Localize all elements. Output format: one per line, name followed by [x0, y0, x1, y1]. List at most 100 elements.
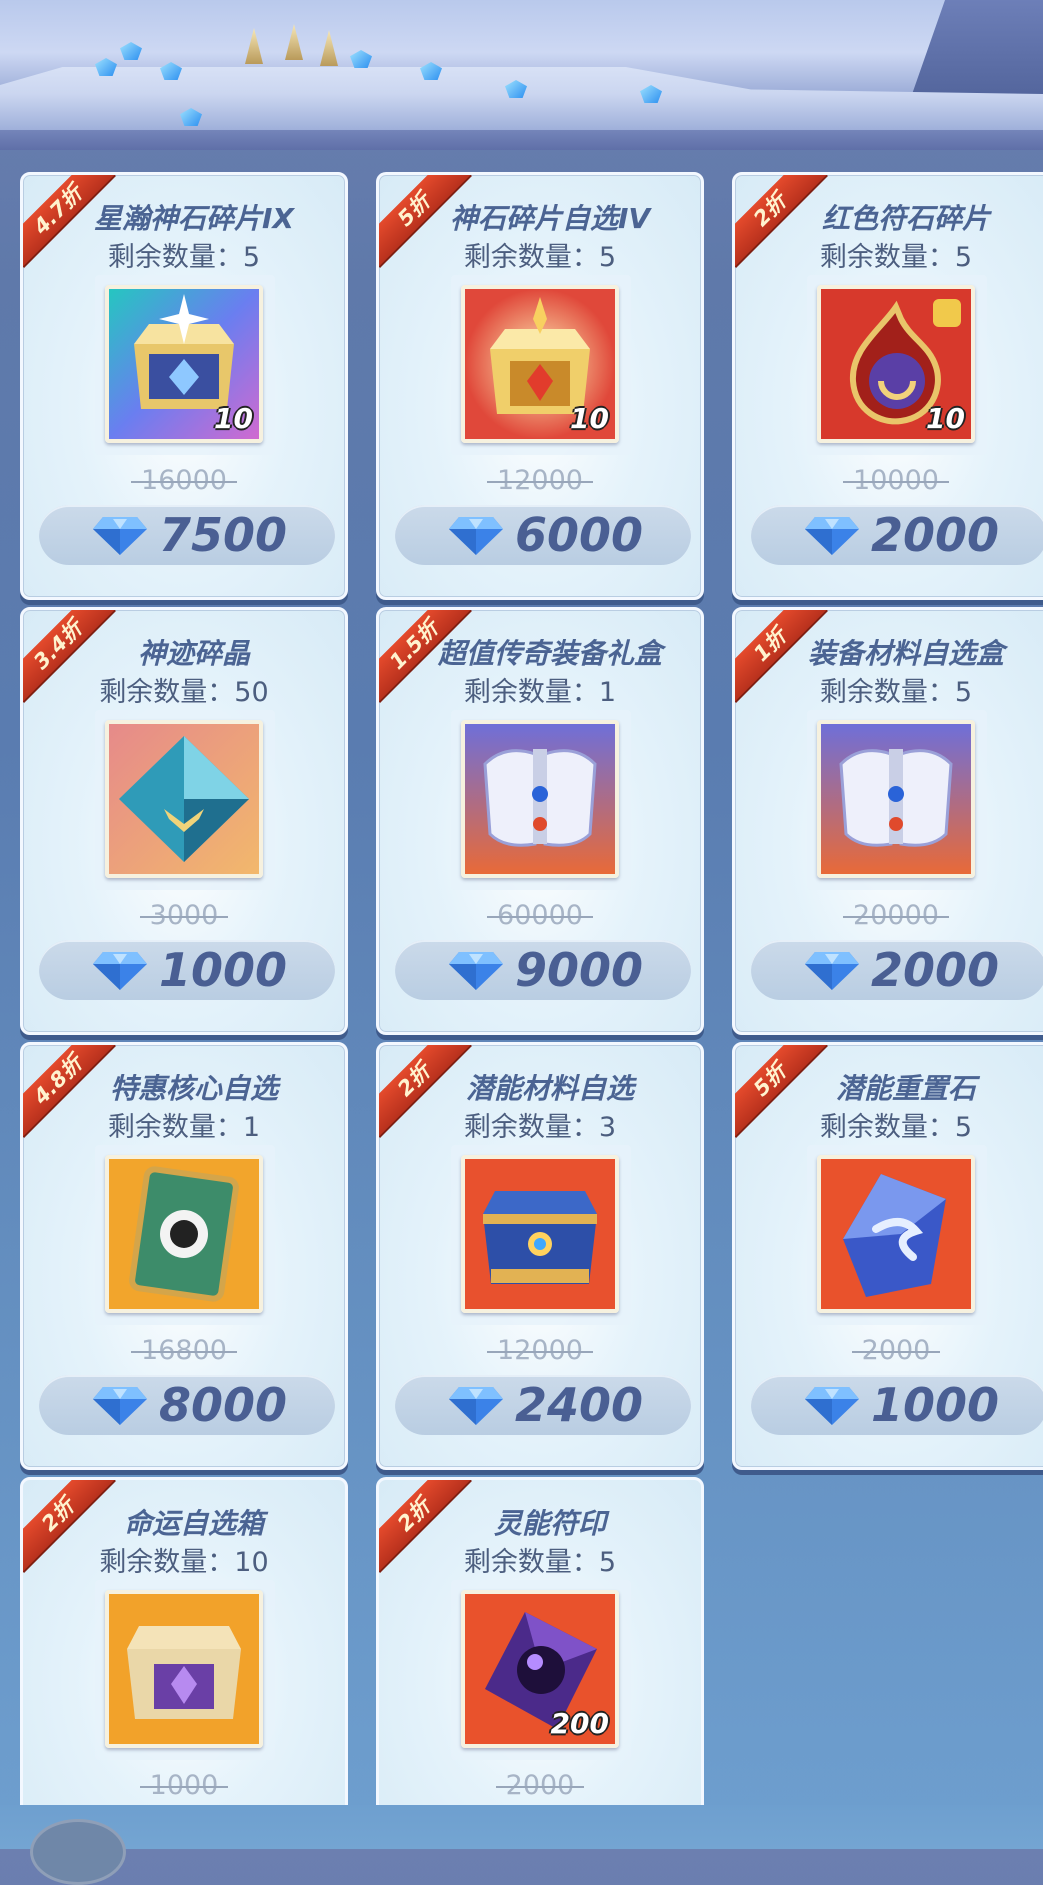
remaining-quantity: 剩余数量：5	[107, 242, 261, 273]
buy-button[interactable]: 1000	[39, 940, 335, 1000]
shop-item-card[interactable]: 4.7折 星瀚神石碎片IX 剩余数量：5 10 16000 7500	[20, 172, 348, 600]
psionic-seal-icon[interactable]: 200	[461, 1590, 619, 1748]
price-value: 6000	[515, 508, 644, 562]
spike-decoration	[320, 30, 338, 66]
buy-button[interactable]: 8000	[39, 1375, 335, 1435]
item-title: 命运自选箱	[123, 1507, 264, 1540]
armor-set-icon[interactable]	[817, 720, 975, 878]
diamond-icon	[805, 950, 859, 992]
remaining-quantity: 剩余数量：10	[99, 1547, 269, 1578]
original-price-value: 3000	[140, 900, 229, 931]
reset-stone-icon[interactable]	[817, 1155, 975, 1313]
buy-button[interactable]: 1000	[751, 1375, 1043, 1435]
remaining-quantity: 剩余数量：5	[819, 242, 973, 273]
crystal-chest-icon[interactable]: 10	[105, 285, 263, 443]
original-price-value: 12000	[487, 1335, 593, 1366]
remaining-quantity: 剩余数量：1	[463, 677, 617, 708]
armor-set-icon[interactable]	[461, 720, 619, 878]
original-price-value: 16000	[131, 465, 237, 496]
diamond-icon	[449, 950, 503, 992]
original-price: 60000	[379, 900, 701, 931]
item-quantity: 10	[214, 402, 253, 435]
shop-item-card[interactable]: 5折 潜能重置石 剩余数量：5 2000 1000	[732, 1042, 1043, 1470]
buy-button[interactable]: 7500	[39, 505, 335, 565]
price-value: 1000	[871, 1378, 1000, 1432]
item-icon-frame	[807, 710, 987, 890]
bottom-strip	[0, 1805, 1043, 1885]
price-value: 1000	[159, 943, 288, 997]
shop-item-card[interactable]: 2折 潜能材料自选 剩余数量：3 12000 2400	[376, 1042, 704, 1470]
buy-button[interactable]: 2000	[751, 940, 1043, 1000]
buy-button[interactable]: 9000	[395, 940, 691, 1000]
spike-decoration	[285, 24, 303, 60]
remaining-quantity: 剩余数量：1	[107, 1112, 261, 1143]
shop-item-card[interactable]: 2折 红色符石碎片 剩余数量：5 10 10000 2000	[732, 172, 1043, 600]
buy-button[interactable]: 2400	[395, 1375, 691, 1435]
diamond-icon	[449, 1385, 503, 1427]
blue-crystal-icon[interactable]	[105, 720, 263, 878]
diamond-icon	[93, 515, 147, 557]
original-price: 2000	[379, 1770, 701, 1801]
fate-chest-icon[interactable]	[105, 1590, 263, 1748]
spike-decoration	[245, 28, 263, 64]
buy-button[interactable]: 2000	[751, 505, 1043, 565]
original-price-value: 2000	[496, 1770, 585, 1801]
item-quantity: 200	[550, 1707, 609, 1740]
bottom-button[interactable]	[30, 1819, 126, 1885]
original-price: 16000	[23, 465, 345, 496]
shop-item-card[interactable]: 1.5折 超值传奇装备礼盒 剩余数量：1 60000 9000	[376, 607, 704, 1035]
original-price: 20000	[735, 900, 1043, 931]
diamond-icon	[93, 1385, 147, 1427]
shop-item-card[interactable]: 4.8折 特惠核心自选 剩余数量：1 16800 8000	[20, 1042, 348, 1470]
remaining-quantity: 剩余数量：5	[463, 242, 617, 273]
diamond-icon	[93, 950, 147, 992]
original-price: 1000	[23, 1770, 345, 1801]
remaining-quantity: 剩余数量：5	[463, 1547, 617, 1578]
remaining-quantity: 剩余数量：50	[99, 677, 269, 708]
gem-decoration	[350, 50, 372, 68]
item-title: 星瀚神石碎片IX	[93, 202, 294, 235]
item-title: 特惠核心自选	[109, 1072, 278, 1105]
original-price-value: 20000	[843, 900, 949, 931]
original-price: 2000	[735, 1335, 1043, 1366]
price-value: 8000	[159, 1378, 288, 1432]
item-title: 装备材料自选盒	[807, 637, 1004, 670]
original-price-value: 12000	[487, 465, 593, 496]
item-icon-frame	[95, 1145, 275, 1325]
red-rune-icon[interactable]: 10	[817, 285, 975, 443]
item-icon-frame	[95, 710, 275, 890]
shop-item-card[interactable]: 1折 装备材料自选盒 剩余数量：5 20000 2000	[732, 607, 1043, 1035]
item-quantity: 10	[570, 402, 609, 435]
diamond-icon	[805, 1385, 859, 1427]
shop-item-card[interactable]: 2折 命运自选箱 剩余数量：10 1000	[20, 1477, 348, 1849]
buy-button[interactable]: 6000	[395, 505, 691, 565]
price-value: 2400	[515, 1378, 644, 1432]
item-title: 神石碎片自选IV	[449, 202, 651, 235]
blue-chest-icon[interactable]	[461, 1155, 619, 1313]
remaining-quantity: 剩余数量：5	[819, 1112, 973, 1143]
item-title: 潜能材料自选	[465, 1072, 634, 1105]
top-banner	[0, 0, 1043, 150]
shop-item-card[interactable]: 5折 神石碎片自选IV 剩余数量：5 10 12000 6000	[376, 172, 704, 600]
golden-chest-icon[interactable]: 10	[461, 285, 619, 443]
gem-decoration	[120, 42, 142, 60]
shop-item-card[interactable]: 3.4折 神迹碎晶 剩余数量：50 3000 1000	[20, 607, 348, 1035]
shop-item-card[interactable]: 2折 灵能符印 剩余数量：5 200 2000	[376, 1477, 704, 1849]
item-icon-frame: 10	[95, 275, 275, 455]
original-price: 12000	[379, 1335, 701, 1366]
original-price: 3000	[23, 900, 345, 931]
original-price-value: 16800	[131, 1335, 237, 1366]
original-price-value: 60000	[487, 900, 593, 931]
price-value: 9000	[515, 943, 644, 997]
diamond-icon	[805, 515, 859, 557]
item-icon-frame	[451, 710, 631, 890]
remaining-quantity: 剩余数量：3	[463, 1112, 617, 1143]
remaining-quantity: 剩余数量：5	[819, 677, 973, 708]
price-value: 7500	[159, 508, 288, 562]
item-title: 潜能重置石	[835, 1072, 976, 1105]
price-value: 2000	[871, 508, 1000, 562]
original-price: 10000	[735, 465, 1043, 496]
card-icon[interactable]	[105, 1155, 263, 1313]
original-price-value: 10000	[843, 465, 949, 496]
item-quantity: 10	[926, 402, 965, 435]
